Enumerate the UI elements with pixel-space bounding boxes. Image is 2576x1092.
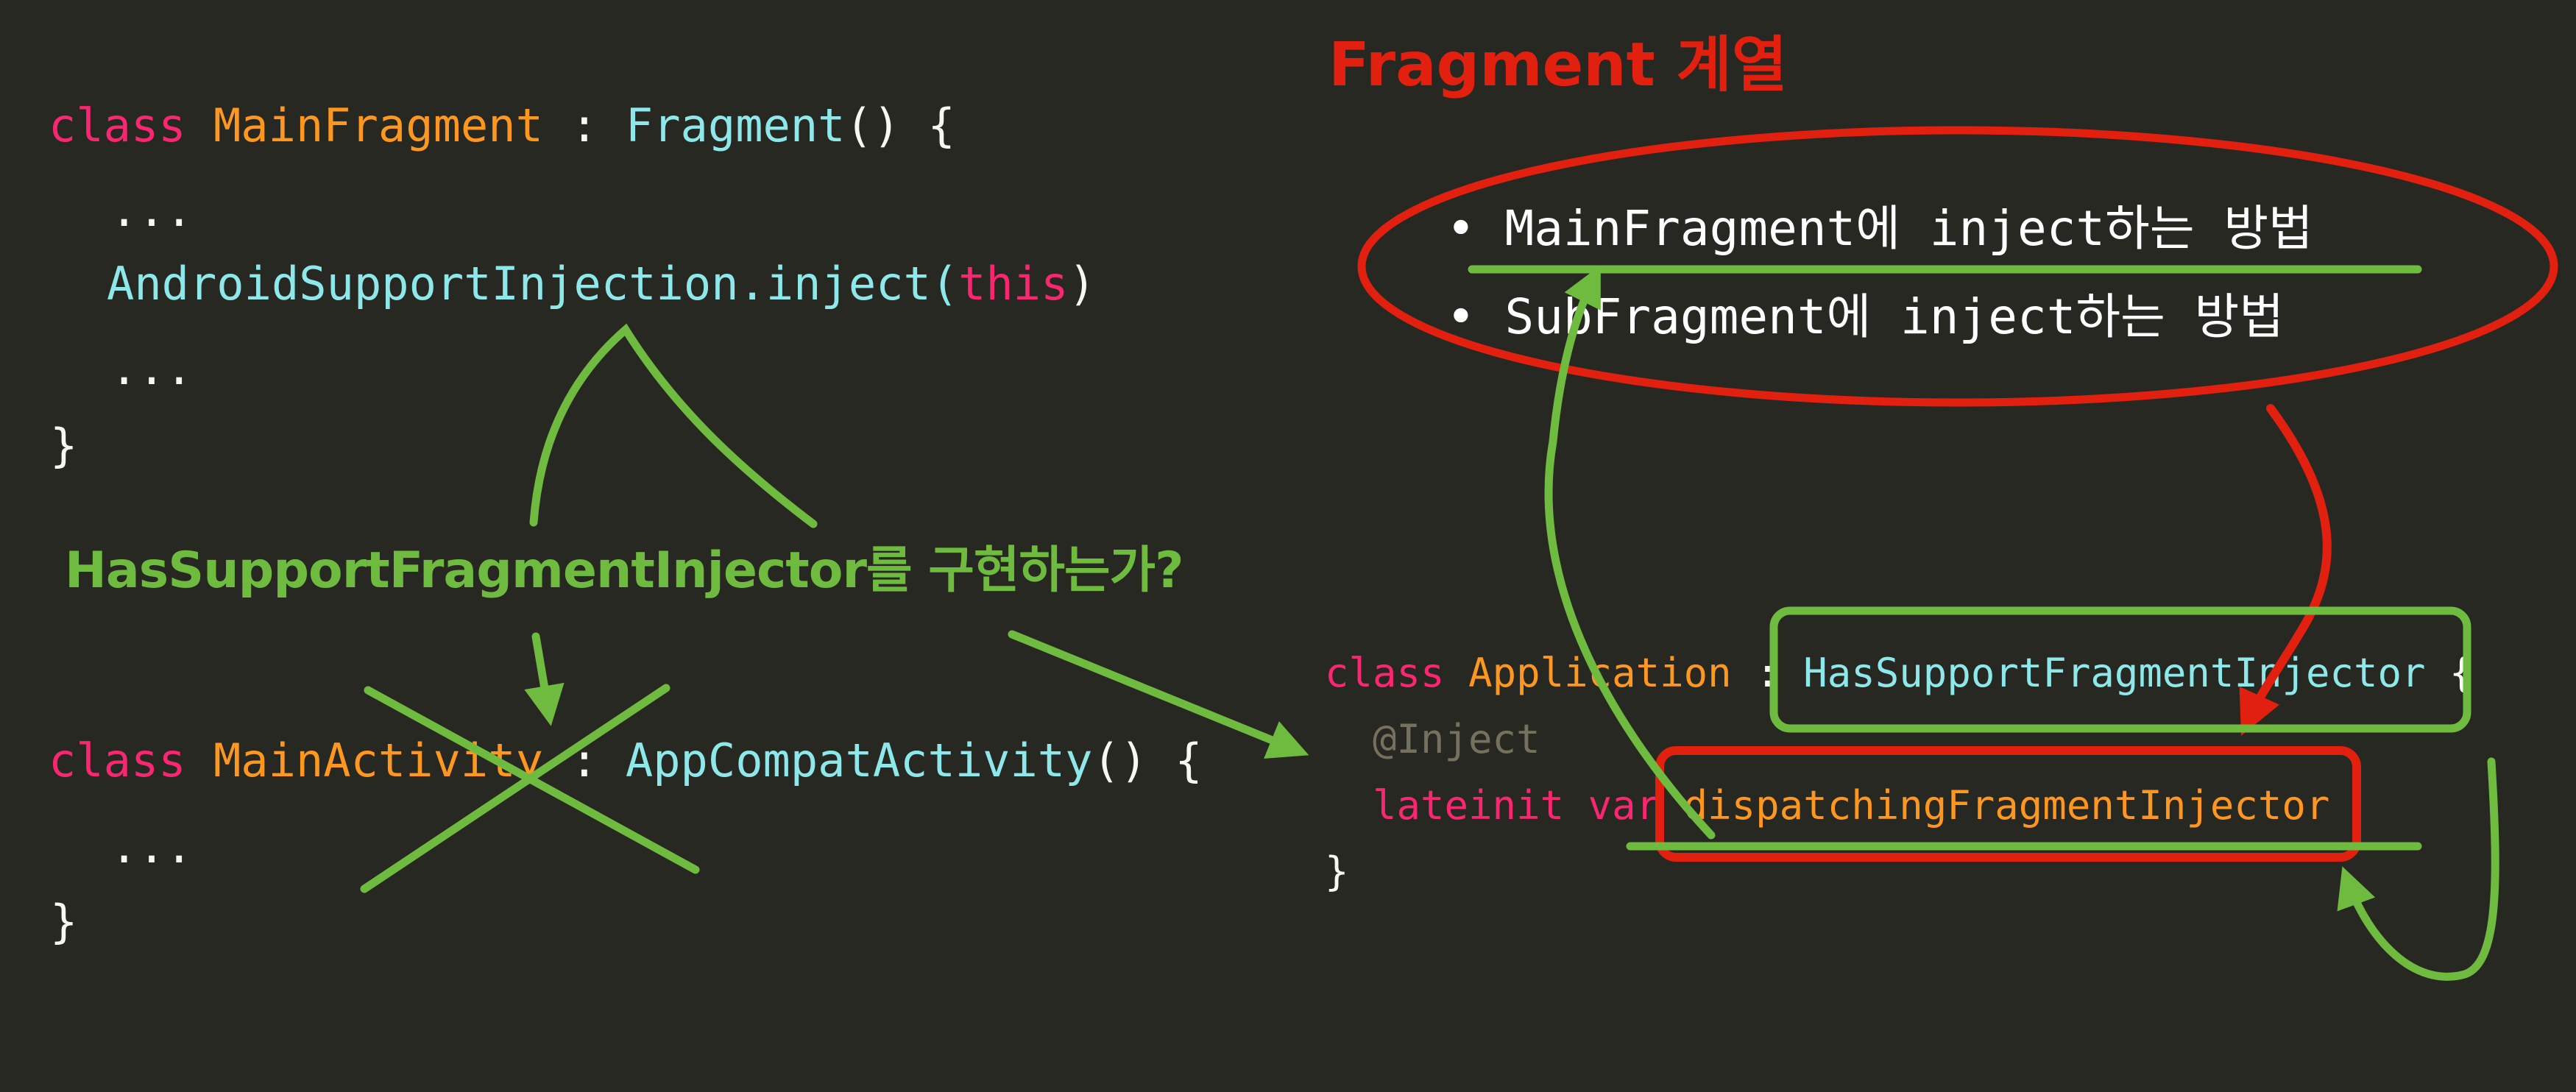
green-caret-curve <box>529 323 818 528</box>
green-arrow-to-application <box>1008 630 1309 759</box>
red-arrow-to-interface <box>2239 404 2332 736</box>
green-box-interface <box>1769 606 2471 733</box>
slide: Fragment 계열 class MainFragment : Fragmen… <box>0 0 2576 1092</box>
green-arrow-to-main-activity <box>524 632 565 726</box>
red-box-dispatching-field <box>1655 746 2361 862</box>
green-curl-arrow-to-field <box>2337 757 2499 981</box>
annotation-overlay <box>360 126 2558 981</box>
green-cross-line-2 <box>360 684 670 893</box>
